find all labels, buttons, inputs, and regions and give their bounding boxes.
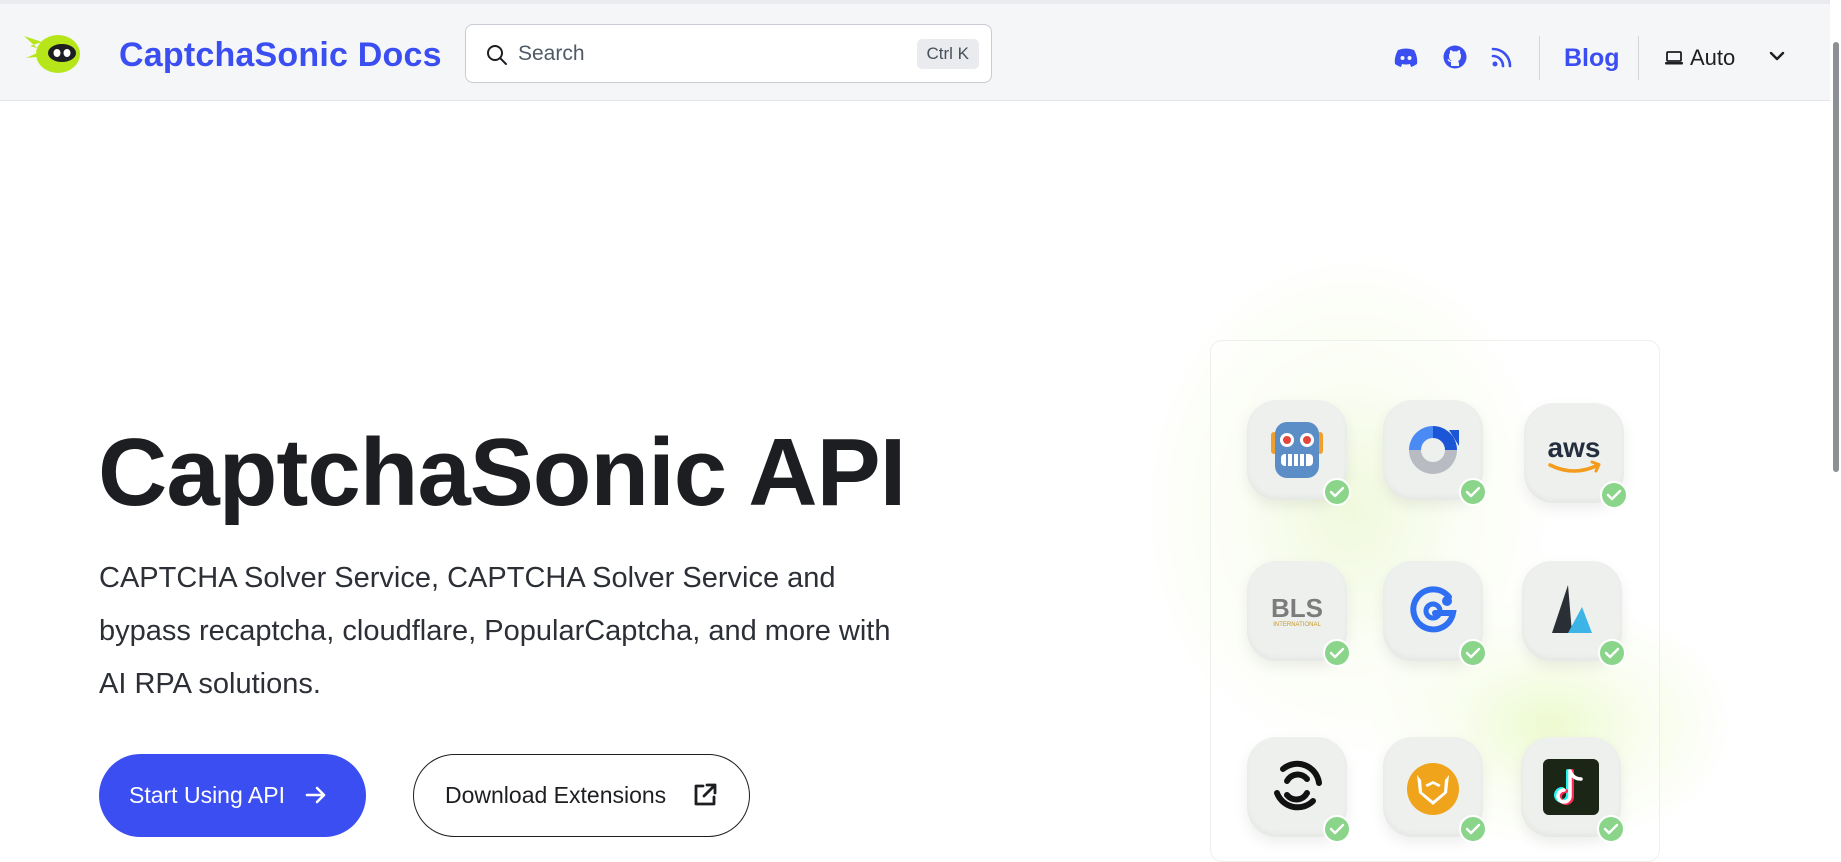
search-box[interactable]: Search Ctrl K xyxy=(465,24,992,83)
swirl-logo-icon xyxy=(1274,760,1322,811)
check-icon xyxy=(1459,639,1487,667)
theme-label: Auto xyxy=(1690,45,1736,70)
sail-logo-icon xyxy=(1552,585,1592,633)
search-shortcut-hint: Ctrl K xyxy=(916,39,979,69)
recaptcha-logo-icon xyxy=(1409,426,1459,474)
bls-logo-subtext: INTERNATIONAL xyxy=(1273,622,1321,628)
captcha-tile-tiktok xyxy=(1521,737,1625,843)
check-icon xyxy=(1597,815,1625,843)
navbar-divider xyxy=(1539,36,1540,80)
captcha-tile-swirl xyxy=(1247,737,1351,843)
captcha-tile-sail xyxy=(1522,561,1626,667)
check-icon xyxy=(1459,478,1487,506)
download-extensions-button[interactable]: Download Extensions xyxy=(413,754,750,837)
aws-logo-icon: aws xyxy=(1548,432,1601,473)
rss-icon[interactable] xyxy=(1489,44,1515,70)
site-brand-title[interactable]: CaptchaSonic Docs xyxy=(119,36,442,75)
discord-icon[interactable] xyxy=(1393,44,1419,70)
bls-logo-text: BLS xyxy=(1271,593,1323,623)
check-icon xyxy=(1323,639,1351,667)
hero-title: CaptchaSonic API xyxy=(98,419,906,526)
fox-logo-icon xyxy=(1407,763,1459,815)
external-link-icon xyxy=(694,783,717,806)
captcha-tile-bls: BLS INTERNATIONAL xyxy=(1247,561,1351,667)
captcha-tile-geetest xyxy=(1383,561,1487,667)
robot-logo-icon xyxy=(1271,422,1323,478)
check-icon xyxy=(1323,478,1351,506)
start-using-api-label: Start Using API xyxy=(129,782,285,808)
arrow-right-icon xyxy=(305,786,326,804)
bls-logo-icon: BLS INTERNATIONAL xyxy=(1271,593,1323,628)
navbar-divider xyxy=(1638,36,1639,80)
check-icon xyxy=(1600,481,1628,509)
check-icon xyxy=(1459,815,1487,843)
check-icon xyxy=(1598,639,1626,667)
captcha-tile-recaptcha xyxy=(1383,400,1487,506)
search-icon xyxy=(487,45,507,65)
check-icon xyxy=(1323,815,1351,843)
chevron-down-icon[interactable] xyxy=(1768,49,1786,63)
blog-link[interactable]: Blog xyxy=(1564,44,1620,73)
captcha-tile-fox xyxy=(1383,737,1487,843)
captchasonic-logo-icon[interactable] xyxy=(22,26,84,80)
scrollbar-thumb[interactable] xyxy=(1833,42,1839,472)
captcha-tile-aws: aws xyxy=(1524,403,1628,509)
navbar: CaptchaSonic Docs Search Ctrl K Blog Aut… xyxy=(0,4,1837,101)
laptop-icon xyxy=(1665,51,1683,65)
hero-subtitle: CAPTCHA Solver Service, CAPTCHA Solver S… xyxy=(99,562,891,700)
search-placeholder: Search xyxy=(518,42,585,65)
tiktok-logo-icon xyxy=(1543,759,1599,815)
geetest-logo-icon xyxy=(1410,586,1457,633)
github-icon[interactable] xyxy=(1442,44,1468,70)
aws-logo-text: aws xyxy=(1548,432,1601,463)
captcha-tile-robot xyxy=(1247,400,1351,506)
download-extensions-label: Download Extensions xyxy=(445,782,667,808)
start-using-api-button[interactable]: Start Using API xyxy=(99,754,366,837)
